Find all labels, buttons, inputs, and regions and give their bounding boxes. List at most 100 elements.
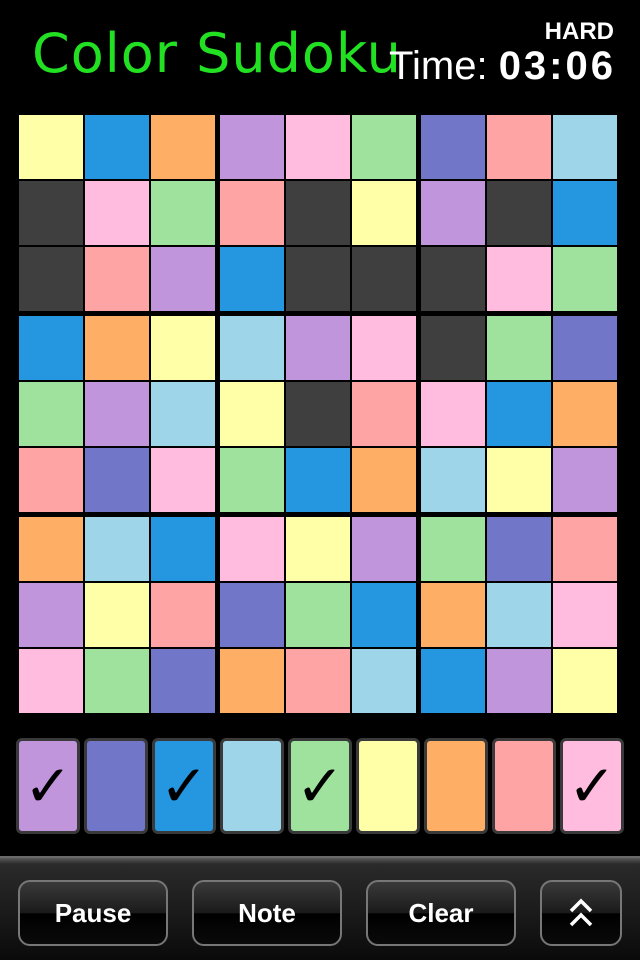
palette-swatch[interactable]: ✓ [560,738,624,834]
board-cell[interactable] [220,115,284,179]
board-cell[interactable] [85,247,149,311]
board-cell[interactable] [151,247,215,311]
board-cell[interactable] [19,583,83,647]
board-cell[interactable] [487,649,551,713]
board-cell[interactable] [421,115,485,179]
palette-swatch[interactable] [84,738,148,834]
board-cell[interactable] [286,517,350,581]
board-cell[interactable] [85,583,149,647]
board-cell[interactable] [220,247,284,311]
board-cell[interactable] [487,448,551,512]
board-cell[interactable] [85,649,149,713]
board-cell[interactable] [553,583,617,647]
board-cell[interactable] [487,247,551,311]
double-chevron-up-icon [569,898,593,927]
board-cell[interactable] [352,115,416,179]
board-cell[interactable] [286,583,350,647]
board-cell[interactable] [352,517,416,581]
board-cell[interactable] [421,583,485,647]
board-cell[interactable] [553,181,617,245]
board-cell[interactable] [85,316,149,380]
board-cell[interactable] [352,583,416,647]
board-cell[interactable] [286,448,350,512]
board-cell[interactable] [85,181,149,245]
board-cell[interactable] [286,316,350,380]
clear-button[interactable]: Clear [366,880,516,946]
board-cell[interactable] [487,115,551,179]
board-cell[interactable] [487,181,551,245]
board-cell[interactable] [352,247,416,311]
timer-value: 03:06 [498,44,616,88]
palette-swatch[interactable] [356,738,420,834]
board-cell[interactable] [286,649,350,713]
timer-label: Time: [389,44,488,88]
board-cell[interactable] [85,448,149,512]
board-cell[interactable] [19,115,83,179]
board-cell[interactable] [421,382,485,446]
board-cell[interactable] [151,517,215,581]
board-cell[interactable] [85,115,149,179]
board-cell[interactable] [553,517,617,581]
board-cell[interactable] [220,517,284,581]
board-cell[interactable] [151,115,215,179]
board-cell[interactable] [487,316,551,380]
board-cell[interactable] [151,181,215,245]
board-cell[interactable] [553,649,617,713]
board-cell[interactable] [487,382,551,446]
board-cell[interactable] [352,382,416,446]
palette-swatch[interactable]: ✓ [152,738,216,834]
checkmark-icon: ✓ [295,752,345,820]
board-cell[interactable] [421,247,485,311]
board-cell[interactable] [151,649,215,713]
board-cell[interactable] [421,316,485,380]
board-cell[interactable] [151,316,215,380]
board-cell[interactable] [220,649,284,713]
board-cell[interactable] [553,247,617,311]
board-cell[interactable] [19,649,83,713]
board-cell[interactable] [151,448,215,512]
board-cell[interactable] [220,583,284,647]
palette-swatch[interactable] [424,738,488,834]
board-cell[interactable] [286,115,350,179]
board-cell[interactable] [553,448,617,512]
board-cell[interactable] [487,517,551,581]
board-cell[interactable] [220,448,284,512]
board-cell[interactable] [286,181,350,245]
note-button[interactable]: Note [192,880,342,946]
difficulty-label: HARD [544,18,614,45]
board-cell[interactable] [553,382,617,446]
board-cell[interactable] [19,517,83,581]
board-cell[interactable] [286,247,350,311]
board-cell[interactable] [220,316,284,380]
board-cell[interactable] [553,316,617,380]
palette-swatch[interactable] [492,738,556,834]
palette-swatch[interactable]: ✓ [16,738,80,834]
palette-swatch[interactable]: ✓ [288,738,352,834]
board-cell[interactable] [85,517,149,581]
board-cell[interactable] [421,448,485,512]
board-cell[interactable] [553,115,617,179]
board-cell[interactable] [151,583,215,647]
more-button[interactable] [540,880,622,946]
board-cell[interactable] [352,316,416,380]
board-cell[interactable] [220,181,284,245]
palette-swatch[interactable] [220,738,284,834]
board-cell[interactable] [421,517,485,581]
board-cell[interactable] [19,247,83,311]
board-cell[interactable] [352,649,416,713]
board-cell[interactable] [220,382,284,446]
board-cell[interactable] [352,448,416,512]
board-cell[interactable] [151,382,215,446]
board-cell[interactable] [19,181,83,245]
board-cell[interactable] [352,181,416,245]
board-cell[interactable] [421,181,485,245]
pause-button[interactable]: Pause [18,880,168,946]
board-cell[interactable] [85,382,149,446]
timer: Time: 03:06 [389,44,616,89]
board-cell[interactable] [421,649,485,713]
board-cell[interactable] [19,448,83,512]
board-cell[interactable] [19,382,83,446]
board-cell[interactable] [286,382,350,446]
board-cell[interactable] [19,316,83,380]
board-cell[interactable] [487,583,551,647]
